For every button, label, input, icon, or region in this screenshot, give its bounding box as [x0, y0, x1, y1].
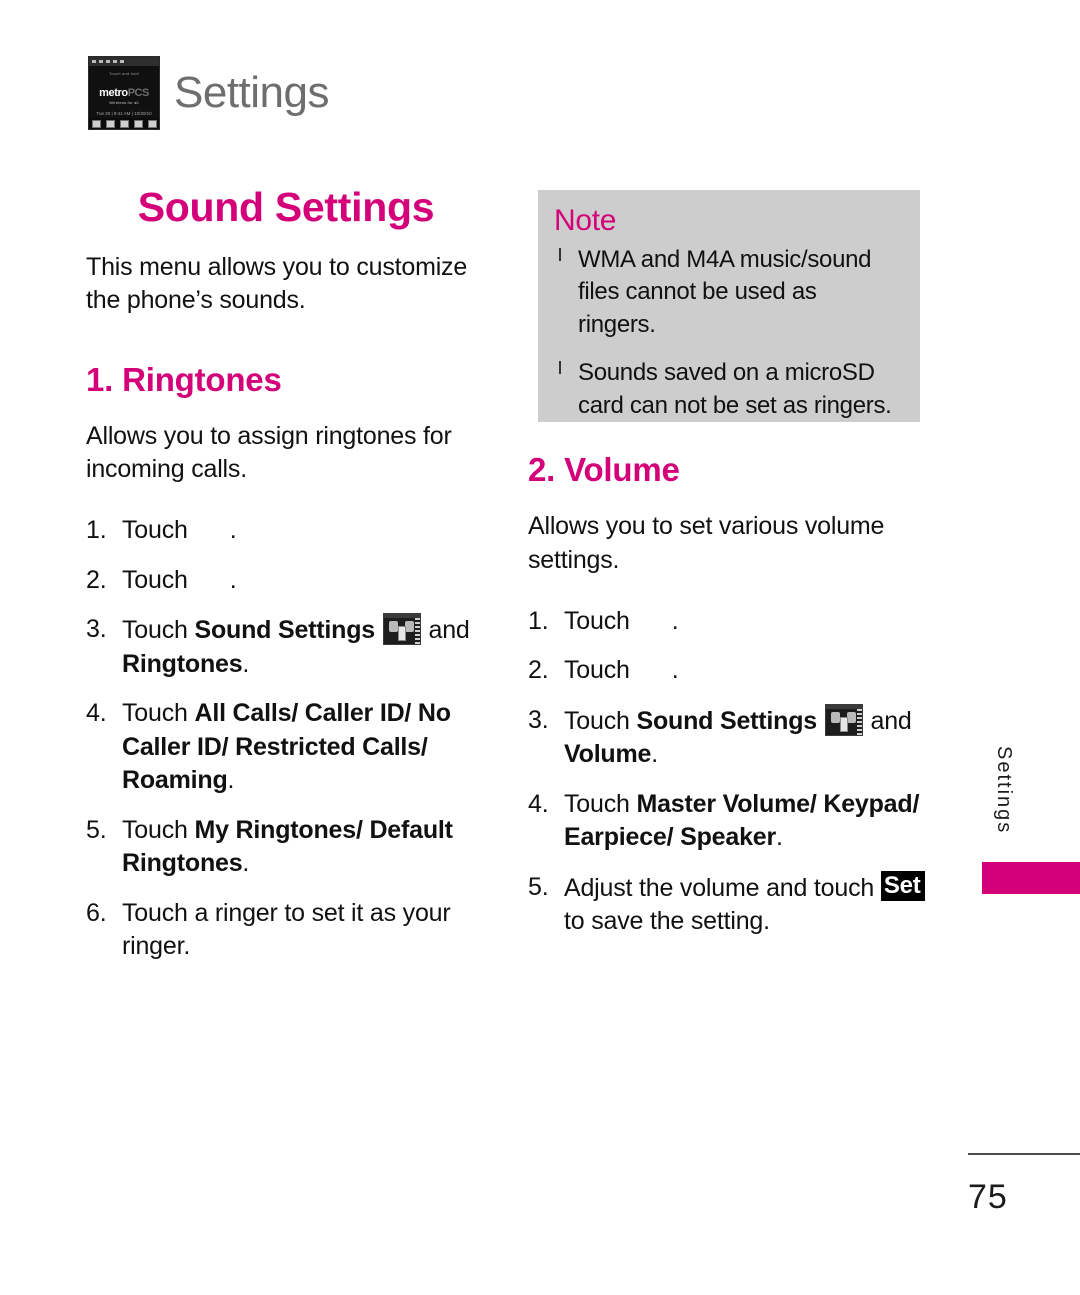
subsection-title-volume: 2. Volume [528, 451, 680, 488]
step-bold-term: Sound Settings [194, 616, 375, 645]
volume-steps-list: 1. Touch. 2. Touch. 3. Touch Sound Settings… [528, 605, 928, 939]
bullet-icon [559, 361, 561, 375]
step-text: Touch [122, 616, 188, 645]
step-period: . [776, 823, 783, 852]
step-text: Touch [122, 699, 188, 728]
page-title: Settings [174, 68, 329, 117]
note-title: Note [554, 204, 617, 237]
step-number: 1. [86, 516, 107, 545]
logo-metro-text: metro [99, 87, 128, 99]
subsection-intro-volume: Allows you to set various volume setting… [528, 512, 885, 574]
sound-settings-screenshot-icon [382, 613, 421, 646]
list-item: 1. Touch. [528, 605, 928, 639]
status-dot-icon [99, 60, 103, 63]
thumbnail-dock-bar [89, 118, 159, 129]
step-text: Touch [122, 815, 188, 844]
bullet-icon [559, 248, 561, 261]
page-number: 75 [968, 1178, 1008, 1216]
list-item: 3. Touch Sound Settings and Volume. [528, 703, 928, 772]
dock-more-icon [147, 119, 157, 128]
step-text: Touch [122, 565, 188, 594]
step-bold-term: Volume [564, 740, 652, 769]
step-text: Touch [564, 656, 630, 685]
status-dot-icon [106, 60, 110, 63]
list-item: 4. Touch Master Volume/ Keypad/ Earpiece/… [528, 788, 928, 855]
step-connector: and [870, 706, 912, 735]
step-bold-term: Ringtones [122, 649, 243, 678]
step-period: . [242, 849, 250, 878]
step-bold-term: Sound Settings [636, 706, 817, 735]
step-period: . [671, 656, 679, 685]
thumbnail-time-text: Tue 20 | 9:41 AM | 10/20/10 [96, 111, 152, 116]
ringtones-steps-list: 1. Touch. 2. Touch. 3. Touch Sound Settings… [86, 514, 486, 964]
list-item: 2. Touch. [528, 654, 928, 688]
step-number: 4. [86, 699, 107, 728]
list-item: 1. Touch. [86, 514, 486, 548]
list-item: 6. Touch a ringer to set it as your ringe… [86, 897, 486, 964]
step-tail-text: to save the setting. [564, 907, 770, 936]
step-number: 3. [86, 615, 107, 644]
thumbnail-caption: Touch and hold [109, 71, 139, 76]
step-number: 4. [528, 789, 549, 818]
step-number: 5. [86, 815, 107, 844]
step-text: Touch [564, 789, 630, 818]
subsection-intro-ringtones: Allows you to assign ringtones for incom… [86, 421, 452, 484]
step-number: 2. [86, 565, 107, 594]
step-period: . [229, 565, 237, 594]
step-period: . [671, 606, 679, 635]
right-column: 2. Volume Allows you to set various volu… [528, 451, 928, 955]
step-number: 3. [528, 705, 549, 734]
side-tab-label: Settings [993, 746, 1015, 835]
list-item: 3. Touch Sound Settings and Ringtones. [86, 613, 486, 681]
logo-pcs-text: PCS [127, 87, 150, 99]
step-text: Touch [564, 706, 630, 735]
step-number: 5. [528, 872, 549, 901]
note-item-text: Sounds saved on a microSD card can not b… [578, 359, 892, 419]
step-period: . [242, 649, 250, 678]
side-tab-color-block [982, 862, 1080, 894]
list-item: 5. Adjust the volume and touch Set to sav… [528, 870, 928, 939]
list-item: 2. Touch. [86, 564, 486, 598]
dock-message-icon [105, 119, 115, 128]
section-intro: This menu allows you to customize the ph… [86, 253, 468, 315]
note-item-text: WMA and M4A music/sound files cannot be … [578, 246, 872, 338]
status-dot-icon [113, 60, 117, 63]
step-text: Touch [564, 606, 630, 635]
step-connector: and [428, 616, 470, 645]
note-box: Note WMA and M4A music/sound files canno… [538, 190, 920, 422]
dock-contacts-icon [133, 119, 143, 128]
status-dot-icon [120, 60, 124, 63]
step-number: 1. [528, 606, 549, 635]
step-text: Touch a ringer to set it as your ringer. [122, 898, 451, 961]
subsection-title-ringtones: 1. Ringtones [86, 360, 282, 398]
step-text: Touch [122, 516, 188, 545]
page-header: Touch and hold metroPCS Wireless for all… [88, 56, 329, 130]
dock-phone-icon [91, 119, 101, 128]
footer-divider [968, 1153, 1080, 1155]
thumbnail-status-bar [89, 57, 159, 66]
left-column: Sound Settings This menu allows you to c… [86, 184, 486, 980]
metropcs-logo: metroPCS Wireless for all [89, 83, 159, 105]
list-item: 5. Touch My Ringtones/ Default Ringtones. [86, 814, 486, 881]
note-list: WMA and M4A music/sound files cannot be … [554, 244, 900, 422]
set-button-badge[interactable]: Set [880, 870, 925, 901]
list-item: Sounds saved on a microSD card can not b… [554, 357, 900, 422]
step-text: Adjust the volume and touch [564, 873, 875, 902]
list-item: 4. Touch All Calls/ Caller ID/ No Caller … [86, 697, 486, 798]
step-period: . [651, 740, 658, 769]
list-item: WMA and M4A music/sound files cannot be … [554, 244, 900, 341]
step-period: . [229, 516, 237, 545]
phone-screenshot-thumbnail-icon: Touch and hold metroPCS Wireless for all… [88, 56, 160, 130]
step-number: 2. [528, 656, 549, 685]
section-title: Sound Settings [137, 184, 435, 230]
step-number: 6. [86, 898, 107, 927]
logo-tagline: Wireless for all [109, 100, 139, 105]
step-period: . [227, 766, 235, 795]
status-dot-icon [92, 60, 96, 63]
dock-menu-icon [119, 119, 129, 128]
sound-settings-screenshot-icon [824, 703, 863, 736]
